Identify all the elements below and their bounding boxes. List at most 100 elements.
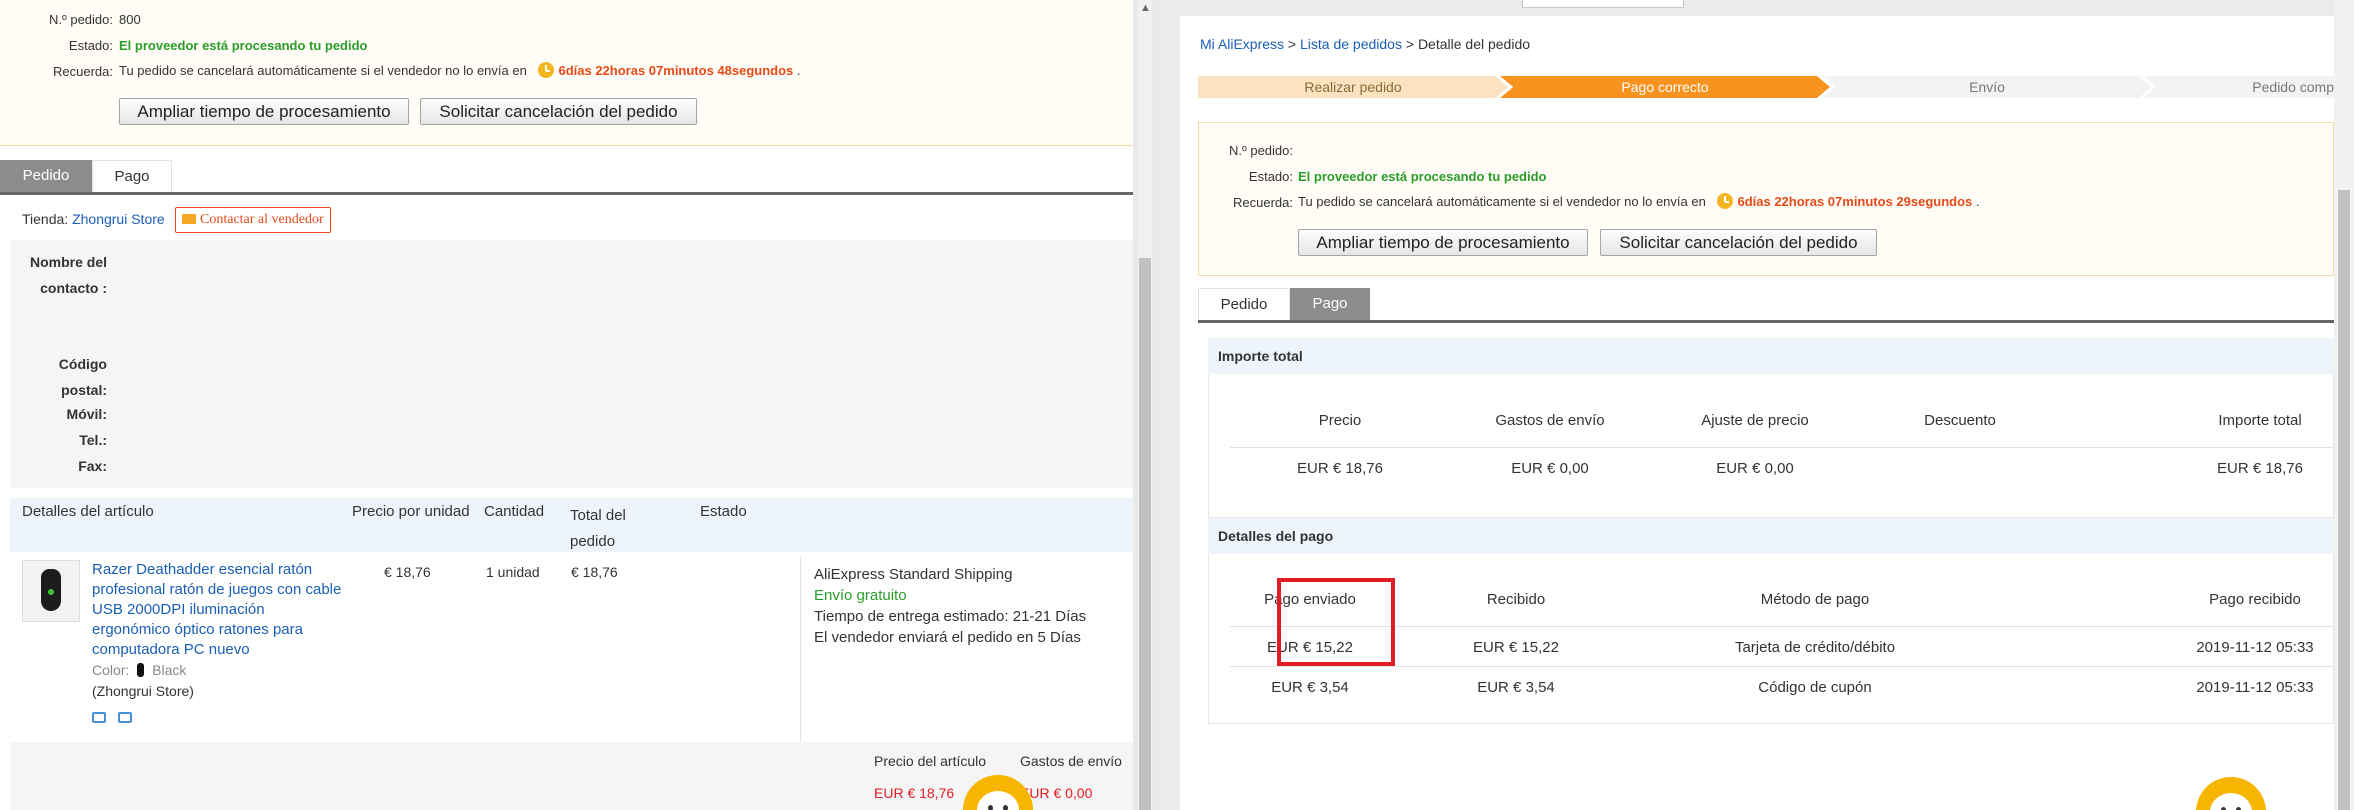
countdown-timer: 6días 22horas 07minutos 29segundos [1737, 194, 1973, 209]
contact-name-label: Nombre del contacto : [10, 249, 107, 301]
contact-name-label-line2: contacto : [40, 280, 107, 296]
total-shipping-value: EUR € 0,00 [1511, 460, 1589, 477]
item-title-line: USB 2000DPI iluminación [92, 601, 265, 618]
order-reminder-label: Recuerda: [53, 64, 113, 79]
left-window: N.º pedido: 800 Estado: El proveedor est… [0, 0, 1133, 810]
payment-row-2-date: 2019-11-12 05:33 [2196, 679, 2314, 696]
document-icon[interactable] [118, 712, 132, 723]
order-reminder-text: Tu pedido se cancelará automáticamente s… [119, 63, 527, 78]
breadcrumb-current: Detalle del pedido [1417, 36, 1531, 52]
col-shipping-cost: Gastos de envío [1495, 412, 1605, 429]
breadcrumb-order-list[interactable]: Lista de pedidos [1300, 36, 1402, 52]
order-reminder-line: Tu pedido se cancelará automáticamente s… [119, 62, 801, 78]
right-scrollbar-thumb[interactable] [2338, 190, 2350, 810]
postal-code-label-line1: Código [58, 356, 107, 372]
breadcrumb-separator: > [1405, 36, 1415, 52]
clock-icon [1717, 193, 1734, 209]
contact-seller-button[interactable]: Contactar al vendedor [175, 207, 331, 233]
shipping-free: Envío gratuito [814, 587, 907, 604]
col-status: Estado [700, 503, 747, 520]
extend-processing-button[interactable]: Ampliar tiempo de procesamiento [1298, 229, 1588, 256]
item-store: (Zhongrui Store) [92, 683, 194, 699]
contact-seller-label: Contactar al vendedor [200, 212, 324, 227]
col-order-total-line2: pedido [570, 533, 616, 550]
postal-code-label: Código postal: [10, 351, 107, 403]
order-status-label: Estado: [68, 38, 113, 53]
col-order-total-line1: Total del [570, 507, 626, 524]
mouse-logo [48, 589, 54, 595]
col-order-total: Total del pedido [570, 503, 626, 555]
item-title-line: computadora PC nuevo [92, 641, 250, 658]
step-shipping: Envío [1822, 76, 2152, 98]
step-place-order: Realizar pedido [1198, 76, 1508, 98]
item-title-line: ergonómico óptico ratones para [92, 621, 303, 638]
reminder-period: . [796, 63, 801, 78]
shipping-info: AliExpress Standard Shipping Envío gratu… [814, 564, 1086, 648]
request-cancellation-button[interactable]: Solicitar cancelación del pedido [420, 98, 697, 125]
payment-row-2-method: Código de cupón [1758, 679, 1872, 696]
col-unit-price: Precio por unidad [352, 503, 470, 520]
breadcrumb-separator: > [1287, 36, 1297, 52]
breadcrumb-my-aliexpress[interactable]: Mi AliExpress [1200, 36, 1284, 52]
total-price-value: EUR € 18,76 [1297, 460, 1383, 477]
store-link[interactable]: Zhongrui Store [72, 211, 165, 227]
item-title-line: Razer Deathadder esencial ratón [92, 561, 313, 578]
col-price-adjustment: Ajuste de precio [1701, 412, 1809, 429]
mascot-eye [1003, 805, 1008, 810]
mascot-face [2210, 793, 2252, 810]
order-number-label: N.º pedido: [48, 12, 113, 27]
summary-item-price-value: EUR € 18,76 [874, 785, 955, 801]
col-quantity: Cantidad [484, 503, 545, 520]
payment-row-1-date: 2019-11-12 05:33 [2196, 639, 2314, 656]
robot-mascot-icon[interactable] [2196, 777, 2266, 810]
tab-payment[interactable]: Pago [1290, 288, 1370, 320]
item-color-value: Black [152, 662, 187, 678]
col-received: Recibido [1486, 591, 1546, 608]
scroll-up-arrow-icon[interactable]: ▲ [1140, 2, 1151, 14]
item-total: € 18,76 [571, 564, 618, 580]
phone-label: Tel.: [79, 432, 107, 448]
shipping-delivery-time: Tiempo de entrega estimado: 21-21 Días [814, 608, 1087, 625]
left-scrollbar-thumb[interactable] [1139, 258, 1151, 810]
mascot-eye [988, 805, 993, 810]
extend-processing-button[interactable]: Ampliar tiempo de procesamiento [119, 98, 409, 125]
payment-details-title: Detalles del pago [1218, 528, 1334, 544]
order-status-value: El proveedor está procesando tu pedido [1298, 169, 1547, 184]
request-cancellation-button[interactable]: Solicitar cancelación del pedido [1600, 229, 1877, 256]
top-popup-edge [1522, 0, 1684, 8]
store-line: Tienda: Zhongrui Store [22, 211, 165, 227]
total-amount-header: Importe total [1208, 338, 2334, 374]
item-quantity: 1 unidad [486, 564, 540, 580]
clock-icon [538, 62, 555, 78]
countdown-timer: 6días 22horas 07minutos 48segundos [558, 63, 794, 78]
mascot-face [977, 791, 1019, 810]
order-status-label: Estado: [1248, 169, 1293, 184]
right-window: Mi AliExpress > Lista de pedidos > Detal… [1160, 0, 2354, 810]
order-status-value: El proveedor está procesando tu pedido [119, 38, 368, 53]
tab-payment[interactable]: Pago [92, 160, 172, 192]
reminder-period: . [1975, 194, 1980, 209]
payment-row-2-received: EUR € 3,54 [1477, 679, 1555, 696]
color-swatch-icon [137, 663, 145, 677]
tab-order[interactable]: Pedido [1198, 288, 1290, 320]
item-color-label: Color: [92, 662, 130, 678]
order-reminder-label: Recuerda: [1233, 195, 1293, 210]
step-order-complete: Pedido comp [2144, 76, 2334, 98]
store-label: Tienda: [22, 211, 69, 227]
col-discount: Descuento [1924, 412, 1996, 429]
mouse-thumbnail[interactable] [22, 560, 80, 622]
shipping-method: AliExpress Standard Shipping [814, 566, 1013, 583]
item-title-link[interactable]: Razer Deathadder esencial ratón profesio… [92, 560, 392, 660]
order-number-value: 800 [119, 12, 141, 27]
phone-icon[interactable] [92, 712, 106, 723]
mobile-label: Móvil: [66, 406, 107, 422]
contact-info-box [10, 240, 1133, 488]
tab-order[interactable]: Pedido [0, 160, 92, 192]
shipping-dispatch-time: El vendedor enviará el pedido en 5 Días [814, 629, 1081, 646]
payment-details-header: Detalles del pago [1208, 518, 2334, 554]
payment-header-divider [1230, 626, 2334, 627]
summary-shipping-label: Gastos de envío [1020, 753, 1122, 769]
order-number-label: N.º pedido: [1228, 143, 1293, 158]
breadcrumb: Mi AliExpress > Lista de pedidos > Detal… [1200, 36, 1530, 52]
highlight-annotation-box [1277, 578, 1395, 666]
